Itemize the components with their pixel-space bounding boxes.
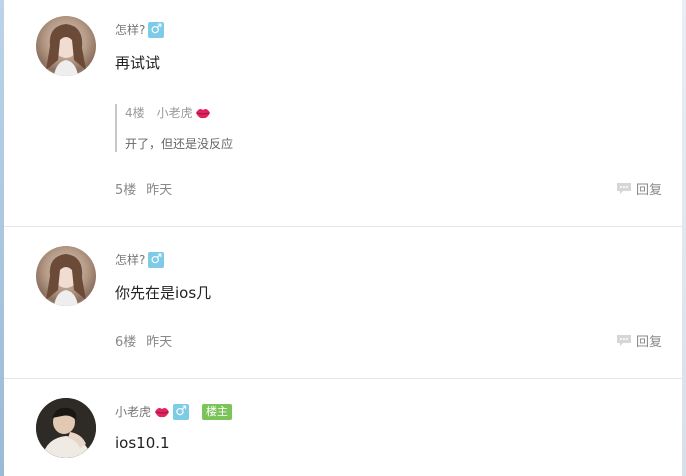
avatar-image	[36, 398, 96, 458]
timestamp: 昨天	[146, 335, 173, 350]
quoted-user[interactable]: 小老虎	[157, 104, 211, 121]
reply-icon	[616, 183, 631, 194]
quoted-reply-header: 4楼 小老虎	[125, 104, 685, 121]
reply-button[interactable]: 回复	[616, 331, 662, 350]
comment-item: 小老虎 ♂ 楼主 ios10.1	[4, 379, 682, 476]
reply-icon	[616, 335, 631, 346]
floor-number: 6楼	[115, 335, 137, 350]
comment-header: 怎样? ♂	[115, 21, 165, 38]
quoted-reply: 4楼 小老虎 开了，但还是没反应	[115, 104, 685, 152]
thread-owner-badge: 楼主	[202, 403, 233, 420]
right-window-border	[682, 0, 686, 476]
quoted-text: 开了，但还是没反应	[125, 137, 234, 151]
male-gender-icon: ♂	[148, 251, 165, 268]
comment-text: ios10.1	[115, 434, 170, 452]
comment-text: 再试试	[115, 54, 161, 72]
lips-icon	[195, 108, 210, 118]
comment-header: 小老虎 ♂ 楼主	[115, 403, 233, 420]
comment-meta: 5楼 昨天	[115, 179, 172, 198]
comment-text: 你先在是ios几	[115, 284, 212, 302]
comment-meta: 6楼 昨天	[115, 331, 172, 350]
reply-label[interactable]: 回复	[636, 331, 662, 350]
avatar-image	[46, 254, 86, 306]
comment-header: 怎样? ♂	[115, 251, 165, 268]
username[interactable]: 怎样?	[115, 21, 145, 38]
reply-label[interactable]: 回复	[636, 179, 662, 198]
floor-number: 5楼	[115, 183, 137, 198]
reply-button[interactable]: 回复	[616, 179, 662, 198]
male-gender-icon: ♂	[148, 21, 165, 38]
avatar[interactable]	[36, 398, 96, 458]
comment-item: 怎样? ♂ 你先在是ios几 6楼 昨天 回复	[4, 227, 682, 378]
avatar[interactable]	[36, 16, 96, 76]
comment-item: 怎样? ♂ 再试试 4楼 小老虎 开了，但还是没反应 5楼 昨天 回复	[4, 0, 682, 226]
quoted-username[interactable]: 小老虎	[157, 104, 193, 121]
username[interactable]: 怎样?	[115, 251, 145, 268]
male-gender-icon: ♂	[173, 403, 190, 420]
avatar[interactable]	[36, 246, 96, 306]
avatar-image	[46, 24, 86, 76]
lips-icon	[155, 407, 170, 417]
quoted-floor: 4楼	[125, 106, 145, 120]
timestamp: 昨天	[146, 183, 173, 198]
username[interactable]: 小老虎	[115, 403, 151, 420]
